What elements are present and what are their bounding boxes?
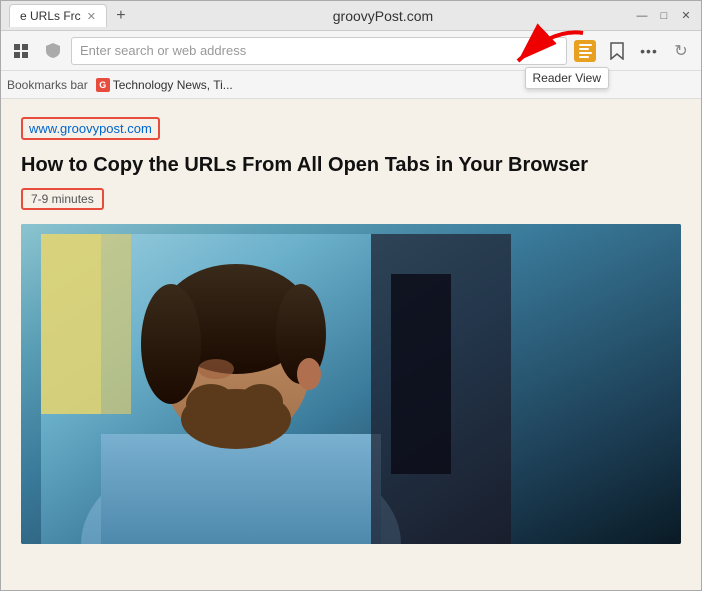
article-hero-image — [21, 224, 681, 544]
bookmark-item-groovy[interactable]: G Technology News, Ti... — [96, 78, 233, 92]
menu-button[interactable]: ••• — [635, 37, 663, 65]
site-url-badge[interactable]: www.groovypost.com — [21, 117, 160, 140]
address-bar[interactable]: Enter search or web address — [71, 37, 567, 65]
reader-view-button[interactable]: Reader View — [571, 37, 599, 65]
read-time-badge: 7-9 minutes — [21, 188, 104, 210]
bookmarks-bar-label: Bookmarks bar — [7, 78, 88, 92]
three-dots-icon: ••• — [640, 43, 658, 59]
grid-icon[interactable] — [7, 37, 35, 65]
navigation-bar: Enter search or web address Reader View — [1, 31, 701, 71]
page-content: www.groovypost.com How to Copy the URLs … — [1, 99, 701, 590]
tab-close-button[interactable]: ✕ — [87, 10, 96, 23]
article-title: How to Copy the URLs From All Open Tabs … — [21, 152, 681, 178]
window-controls: — □ ✕ — [635, 9, 693, 23]
address-placeholder: Enter search or web address — [80, 43, 558, 58]
security-icon[interactable] — [39, 37, 67, 65]
close-button[interactable]: ✕ — [679, 9, 693, 23]
reader-view-tooltip: Reader View — [525, 67, 609, 89]
tab-title: e URLs Frc — [20, 9, 81, 23]
browser-window: e URLs Frc ✕ + groovyPost.com — □ ✕ — [0, 0, 702, 591]
new-tab-button[interactable]: + — [111, 6, 131, 26]
minimize-button[interactable]: — — [635, 9, 649, 23]
bookmark-button[interactable] — [603, 37, 631, 65]
bookmark-label: Technology News, Ti... — [113, 78, 233, 92]
refresh-icon[interactable]: ↻ — [667, 37, 695, 65]
title-bar: e URLs Frc ✕ + groovyPost.com — □ ✕ — [1, 1, 701, 31]
reader-view-icon — [574, 40, 596, 62]
active-tab[interactable]: e URLs Frc ✕ — [9, 4, 107, 27]
maximize-button[interactable]: □ — [657, 9, 671, 23]
title-bar-left: e URLs Frc ✕ + — [9, 4, 131, 27]
bookmark-favicon: G — [96, 78, 110, 92]
page-title: groovyPost.com — [131, 8, 635, 24]
